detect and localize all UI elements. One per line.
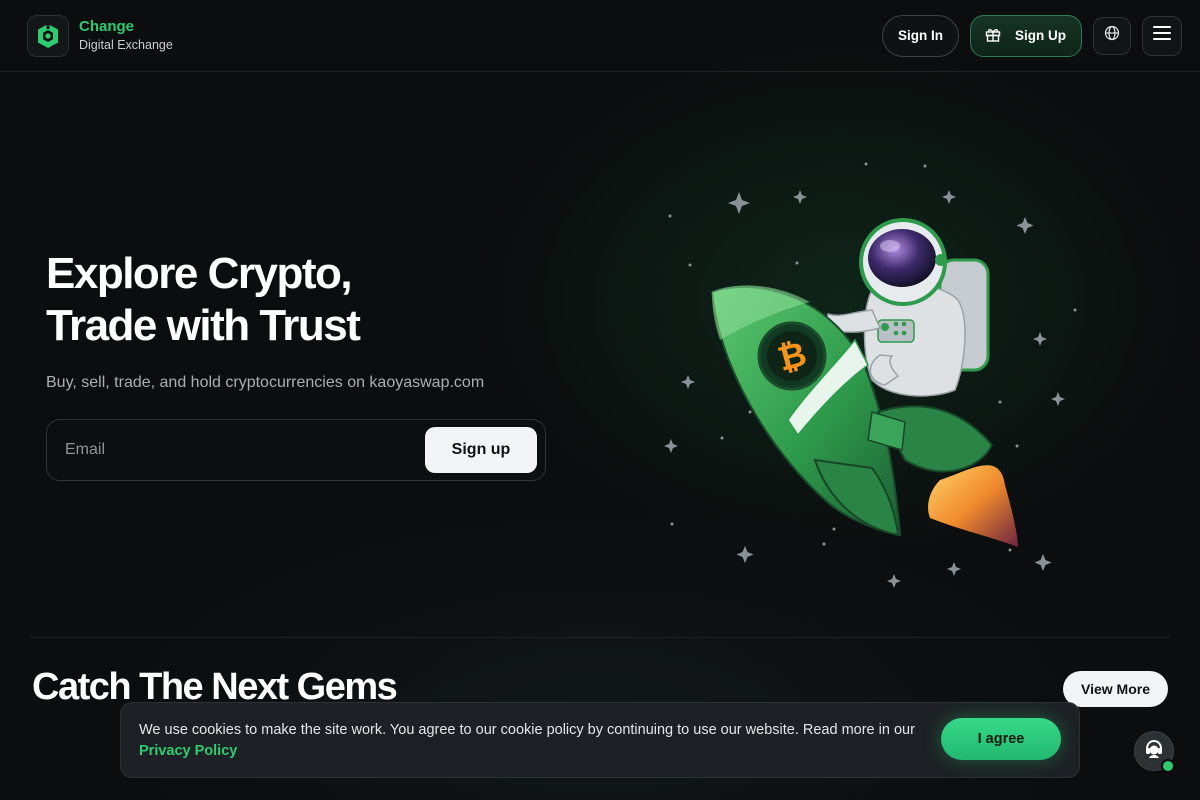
privacy-policy-link[interactable]: Privacy Policy — [139, 743, 237, 759]
email-signup-form: Sign up — [46, 419, 546, 481]
menu-icon — [1153, 26, 1171, 45]
site-header: Change Digital Exchange Sign In Sign Up — [0, 0, 1200, 72]
email-input[interactable] — [65, 441, 425, 459]
brand-subtitle: Digital Exchange — [79, 37, 173, 52]
brand-name: Change — [79, 17, 135, 35]
rocket-flame — [928, 465, 1018, 547]
view-more-button[interactable]: View More — [1063, 671, 1168, 707]
hero-title-line-1: Explore Crypto, — [46, 249, 353, 298]
globe-icon — [1104, 25, 1120, 46]
astronaut-visor — [868, 229, 936, 287]
cookie-text: We use cookies to make the site work. Yo… — [139, 720, 919, 762]
language-button[interactable] — [1093, 16, 1131, 55]
support-agent-icon — [1143, 738, 1165, 765]
hero-title-line-2: Trade with Trust — [46, 301, 361, 350]
sign-in-button[interactable]: Sign In — [882, 14, 959, 57]
cookie-message: We use cookies to make the site work. Yo… — [139, 722, 915, 738]
astronaut-rocket-illustration: ₿ — [640, 150, 1100, 600]
cookie-banner: We use cookies to make the site work. Yo… — [120, 702, 1080, 778]
menu-button[interactable] — [1142, 15, 1182, 56]
hero-title: Explore Crypto, Trade with Trust — [46, 248, 361, 352]
logo-icon[interactable] — [27, 14, 69, 57]
hero-sign-up-button[interactable]: Sign up — [425, 427, 537, 473]
header-actions: Sign In Sign Up — [882, 14, 1182, 57]
hero-subtitle: Buy, sell, trade, and hold cryptocurrenc… — [46, 374, 485, 391]
sign-up-button[interactable]: Sign Up — [970, 14, 1082, 57]
gift-icon — [985, 27, 1001, 45]
support-online-indicator — [1161, 759, 1175, 773]
cookie-agree-button[interactable]: I agree — [941, 718, 1061, 760]
sign-up-label: Sign Up — [1015, 28, 1066, 43]
brand[interactable]: Change Digital Exchange — [79, 18, 173, 54]
section-divider — [30, 637, 1170, 638]
